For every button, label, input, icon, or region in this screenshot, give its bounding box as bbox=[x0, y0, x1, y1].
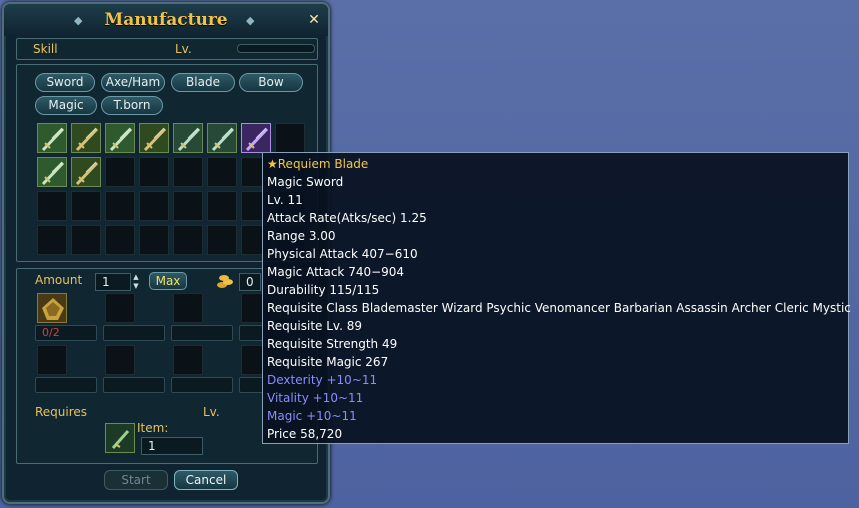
empty-recipe-slot[interactable] bbox=[105, 157, 135, 187]
empty-recipe-slot[interactable] bbox=[71, 225, 101, 255]
tab-axe-hammer[interactable]: Axe/Ham bbox=[101, 73, 165, 92]
empty-count-bar bbox=[103, 377, 165, 393]
tab-bow[interactable]: Bow bbox=[239, 73, 303, 92]
gold-coins-icon bbox=[216, 273, 234, 289]
tab-magic[interactable]: Magic bbox=[35, 96, 97, 115]
empty-material-slot[interactable] bbox=[105, 293, 135, 323]
empty-material-slot[interactable] bbox=[173, 345, 203, 375]
title-bar[interactable]: ◆ Manufacture ◆ ✕ bbox=[4, 4, 328, 36]
tooltip-lines: ★Requiem Blade Magic Sword Lv. 11 Attack Ra… bbox=[267, 155, 851, 443]
trident-recipe-icon[interactable] bbox=[173, 123, 203, 153]
material-ore-icon[interactable] bbox=[37, 293, 67, 323]
empty-recipe-slot[interactable] bbox=[37, 191, 67, 221]
item-quantity-field: 1 bbox=[141, 437, 203, 455]
empty-recipe-slot[interactable] bbox=[105, 191, 135, 221]
tooltip-line: Range 3.00 bbox=[267, 229, 336, 243]
amount-input[interactable]: 1 bbox=[95, 273, 131, 291]
skill-section: Skill Lv. bbox=[16, 38, 318, 60]
empty-material-slot[interactable] bbox=[173, 293, 203, 323]
empty-count-bar bbox=[103, 325, 165, 341]
requiem-blade-icon[interactable] bbox=[241, 123, 271, 153]
sword-recipe-icon[interactable] bbox=[37, 157, 67, 187]
tooltip-line: Requisite Strength 49 bbox=[267, 337, 398, 351]
empty-recipe-slot[interactable] bbox=[37, 225, 67, 255]
empty-recipe-slot[interactable] bbox=[71, 191, 101, 221]
tooltip-line: ★Requiem Blade bbox=[267, 157, 369, 171]
empty-recipe-slot[interactable] bbox=[139, 191, 169, 221]
blade-recipe-icon[interactable] bbox=[71, 157, 101, 187]
empty-recipe-slot[interactable] bbox=[207, 191, 237, 221]
title-ornament-right: ◆ bbox=[246, 14, 255, 27]
item-label: Item: bbox=[137, 421, 169, 435]
cancel-button[interactable]: Cancel bbox=[174, 470, 238, 490]
tooltip-line: Lv. 11 bbox=[267, 193, 303, 207]
tooltip-line: Vitality +10~11 bbox=[267, 391, 364, 405]
skill-label: Skill bbox=[33, 42, 58, 56]
amount-stepper[interactable]: ▲ ▼ bbox=[131, 273, 141, 291]
sword-recipe-icon[interactable] bbox=[105, 123, 135, 153]
empty-count-bar bbox=[35, 377, 97, 393]
window-title: Manufacture bbox=[104, 10, 228, 30]
requires-level-label: Lv. bbox=[203, 405, 220, 419]
empty-recipe-slot[interactable] bbox=[105, 225, 135, 255]
tooltip-line: Magic +10~11 bbox=[267, 409, 357, 423]
empty-recipe-slot[interactable] bbox=[173, 157, 203, 187]
max-button[interactable]: Max bbox=[149, 272, 187, 290]
empty-material-slot[interactable] bbox=[105, 345, 135, 375]
tooltip-line: Magic Sword bbox=[267, 175, 344, 189]
tab-blade[interactable]: Blade bbox=[171, 73, 235, 92]
tooltip-line: Physical Attack 407−610 bbox=[267, 247, 418, 261]
tooltip-line: Price 58,720 bbox=[267, 427, 343, 441]
empty-material-slot[interactable] bbox=[37, 345, 67, 375]
start-button[interactable]: Start bbox=[104, 470, 168, 490]
sword-recipe-icon[interactable] bbox=[37, 123, 67, 153]
empty-recipe-slot[interactable] bbox=[173, 191, 203, 221]
amount-label: Amount bbox=[35, 273, 83, 287]
empty-recipe-slot[interactable] bbox=[139, 157, 169, 187]
empty-recipe-slot[interactable] bbox=[173, 225, 203, 255]
empty-count-bar bbox=[171, 377, 233, 393]
tooltip-line: Requisite Class Blademaster Wizard Psych… bbox=[267, 301, 851, 315]
close-icon[interactable]: ✕ bbox=[306, 12, 322, 28]
tab-tomeborn[interactable]: T.born bbox=[101, 96, 163, 115]
tooltip-line: Requisite Magic 267 bbox=[267, 355, 389, 369]
requires-label: Requires bbox=[35, 405, 88, 419]
blade-recipe-icon[interactable] bbox=[139, 123, 169, 153]
trident-recipe-icon[interactable] bbox=[207, 123, 237, 153]
empty-recipe-slot[interactable] bbox=[207, 157, 237, 187]
skill-level-label: Lv. bbox=[175, 42, 192, 56]
catalyst-item-icon[interactable] bbox=[105, 423, 135, 453]
tooltip-line: Attack Rate(Atks/sec) 1.25 bbox=[267, 211, 427, 225]
tooltip-line: Durability 115/115 bbox=[267, 283, 380, 297]
tooltip-line: Magic Attack 740−904 bbox=[267, 265, 405, 279]
empty-recipe-slot[interactable] bbox=[275, 123, 305, 153]
skill-progress-bar bbox=[237, 44, 315, 53]
item-tooltip: ★Requiem Blade Magic Sword Lv. 11 Attack Ra… bbox=[262, 152, 851, 444]
material-count: 0/2 bbox=[35, 325, 97, 341]
gold-input[interactable]: 0 bbox=[239, 273, 261, 291]
empty-recipe-slot[interactable] bbox=[207, 225, 237, 255]
blade-recipe-icon[interactable] bbox=[71, 123, 101, 153]
empty-recipe-slot[interactable] bbox=[139, 225, 169, 255]
tooltip-line: Requisite Lv. 89 bbox=[267, 319, 362, 333]
tooltip-line: Dexterity +10~11 bbox=[267, 373, 378, 387]
tab-sword[interactable]: Sword bbox=[35, 73, 95, 92]
empty-count-bar bbox=[171, 325, 233, 341]
